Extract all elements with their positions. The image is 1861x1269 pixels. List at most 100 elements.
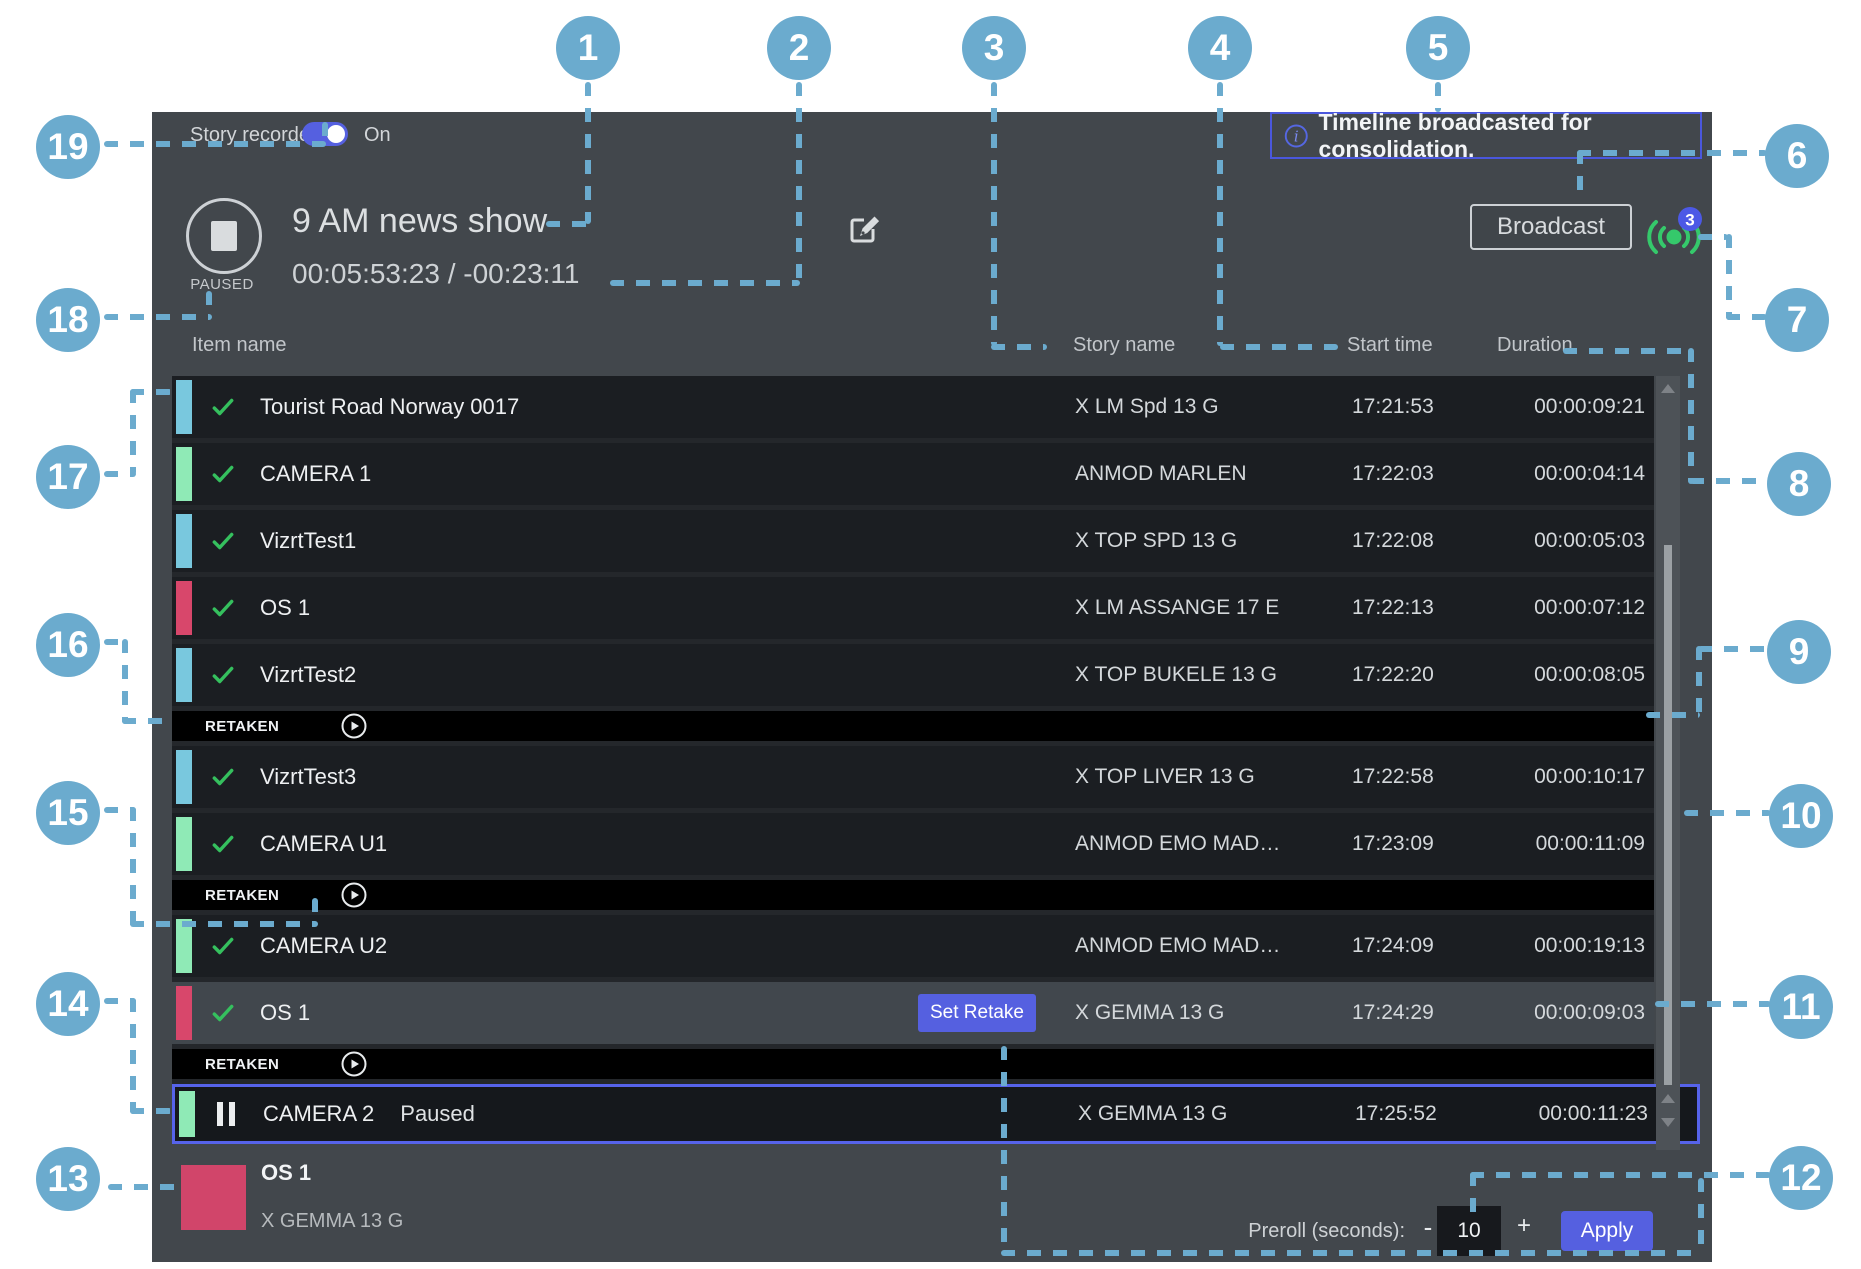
start-time-cell: 17:23:09: [1352, 832, 1434, 856]
recorded-check-icon: [210, 528, 236, 554]
callout-connector: [130, 389, 136, 475]
column-header-duration: Duration: [1497, 334, 1573, 357]
callout-connector: [1698, 1178, 1704, 1254]
scroll-up-arrow-icon[interactable]: [1661, 384, 1675, 393]
callout-connector: [1435, 82, 1441, 112]
item-status-color-bar: [176, 750, 192, 804]
column-header-start-time: Start time: [1347, 334, 1433, 357]
callout-connector: [1698, 646, 1769, 652]
callout-connector: [796, 82, 802, 282]
annotated-screenshot: Story recorder On PAUSED 9 AM news show …: [0, 0, 1861, 1269]
duration-cell: 00:00:04:14: [1485, 462, 1645, 486]
table-row[interactable]: CAMERA U1ANMOD EMO MAD…17:23:0900:00:11:…: [172, 813, 1654, 875]
play-retake-icon[interactable]: [341, 882, 367, 908]
table-row[interactable]: CAMERA 1ANMOD MARLEN17:22:0300:00:04:14: [172, 443, 1654, 505]
item-name-cell: OS 1: [260, 595, 310, 621]
recorded-check-icon: [210, 831, 236, 857]
callout-connector: [546, 221, 591, 227]
callout-connector: [1220, 344, 1338, 350]
story-name-cell: ANMOD EMO MAD…: [1075, 934, 1280, 958]
callout-connector: [122, 639, 128, 724]
start-time-cell: 17:24:09: [1352, 934, 1434, 958]
callout-connector: [1726, 314, 1767, 320]
duration-cell: 00:00:10:17: [1485, 765, 1645, 789]
item-name-cell: OS 1: [260, 1000, 310, 1026]
callout-17: 17: [36, 445, 100, 509]
toggle-knob: [327, 125, 345, 143]
edit-title-button[interactable]: [844, 208, 884, 248]
callout-connector: [1577, 150, 1583, 202]
item-status-color-bar: [176, 447, 192, 501]
item-state-label: Paused: [400, 1101, 475, 1126]
callout-connector: [1001, 1046, 1007, 1252]
callout-2: 2: [767, 16, 831, 80]
paused-icon: [217, 1102, 235, 1126]
callout-connector: [1577, 150, 1767, 156]
selected-item-thumbnail: [181, 1165, 246, 1230]
preroll-value-field[interactable]: 10: [1437, 1206, 1501, 1256]
story-name-cell: X LM ASSANGE 17 E: [1075, 596, 1279, 620]
story-name-cell: X GEMMA 13 G: [1078, 1102, 1227, 1126]
table-row[interactable]: VizrtTest1X TOP SPD 13 G17:22:0800:00:05…: [172, 510, 1654, 572]
scroll-step-down-icon[interactable]: [1661, 1118, 1675, 1127]
preroll-increment-button[interactable]: +: [1514, 1212, 1534, 1240]
story-name-cell: X TOP BUKELE 13 G: [1075, 663, 1277, 687]
play-retake-icon[interactable]: [341, 713, 367, 739]
table-row[interactable]: OS 1Set RetakeX GEMMA 13 G17:24:2900:00:…: [172, 982, 1654, 1044]
set-retake-button[interactable]: Set Retake: [918, 994, 1036, 1032]
item-status-color-bar: [176, 380, 192, 434]
story-name-cell: ANMOD EMO MAD…: [1075, 832, 1280, 856]
duration-cell: 00:00:11:23: [1488, 1102, 1648, 1126]
callout-3: 3: [962, 16, 1026, 80]
callout-connector: [130, 389, 172, 395]
recorded-check-icon: [210, 764, 236, 790]
callout-8: 8: [1767, 452, 1831, 516]
broadcast-button[interactable]: Broadcast: [1470, 204, 1632, 250]
svg-text:i: i: [1294, 127, 1299, 145]
stop-record-button[interactable]: [186, 198, 262, 274]
callout-connector: [1563, 348, 1691, 354]
recorded-check-icon: [210, 461, 236, 487]
item-status-color-bar: [176, 986, 192, 1040]
info-icon: i: [1284, 122, 1309, 150]
callout-connector: [1470, 1172, 1771, 1178]
callout-connector: [108, 1184, 180, 1190]
scrollbar[interactable]: [1656, 376, 1680, 1150]
callout-19: 19: [36, 115, 100, 179]
callout-connector: [1217, 82, 1223, 346]
callout-connector: [610, 280, 800, 286]
recorded-check-icon: [210, 662, 236, 688]
item-name-cell: VizrtTest1: [260, 528, 356, 554]
scroll-step-up-icon[interactable]: [1661, 1094, 1675, 1103]
story-name-cell: X TOP SPD 13 G: [1075, 529, 1237, 553]
toggle-state-label: On: [364, 124, 391, 147]
item-name-cell: Tourist Road Norway 0017: [260, 394, 519, 420]
callout-13: 13: [36, 1147, 100, 1211]
table-row[interactable]: VizrtTest2X TOP BUKELE 13 G17:22:2000:00…: [172, 644, 1654, 706]
selected-item-name: OS 1: [261, 1160, 311, 1186]
item-name-cell: VizrtTest3: [260, 764, 356, 790]
callout-connector: [1646, 712, 1700, 718]
duration-cell: 00:00:09:21: [1485, 395, 1645, 419]
table-row[interactable]: CAMERA U2ANMOD EMO MAD…17:24:0900:00:19:…: [172, 915, 1654, 977]
start-time-cell: 17:22:08: [1352, 529, 1434, 553]
table-row[interactable]: VizrtTest3X TOP LIVER 13 G17:22:5800:00:…: [172, 746, 1654, 808]
recorded-check-icon: [210, 595, 236, 621]
callout-4: 4: [1188, 16, 1252, 80]
selected-item-story: X GEMMA 13 G: [261, 1210, 403, 1233]
callout-12: 12: [1769, 1146, 1833, 1210]
table-row[interactable]: Tourist Road Norway 0017X LM Spd 13 G17:…: [172, 376, 1654, 438]
callout-connector: [130, 921, 318, 927]
table-row[interactable]: CAMERA 2PausedX GEMMA 13 G17:25:5200:00:…: [172, 1084, 1700, 1144]
callout-connector: [991, 344, 1047, 350]
callout-connector: [312, 898, 318, 924]
duration-cell: 00:00:08:05: [1485, 663, 1645, 687]
preroll-decrement-button[interactable]: -: [1418, 1212, 1438, 1243]
callout-7: 7: [1765, 288, 1829, 352]
table-row[interactable]: OS 1X LM ASSANGE 17 E17:22:1300:00:07:12: [172, 577, 1654, 639]
item-status-color-bar: [176, 648, 192, 702]
duration-cell: 00:00:11:09: [1485, 832, 1645, 856]
retaken-row: RETAKEN: [172, 880, 1654, 910]
play-retake-icon[interactable]: [341, 1051, 367, 1077]
apply-button[interactable]: Apply: [1561, 1211, 1653, 1251]
